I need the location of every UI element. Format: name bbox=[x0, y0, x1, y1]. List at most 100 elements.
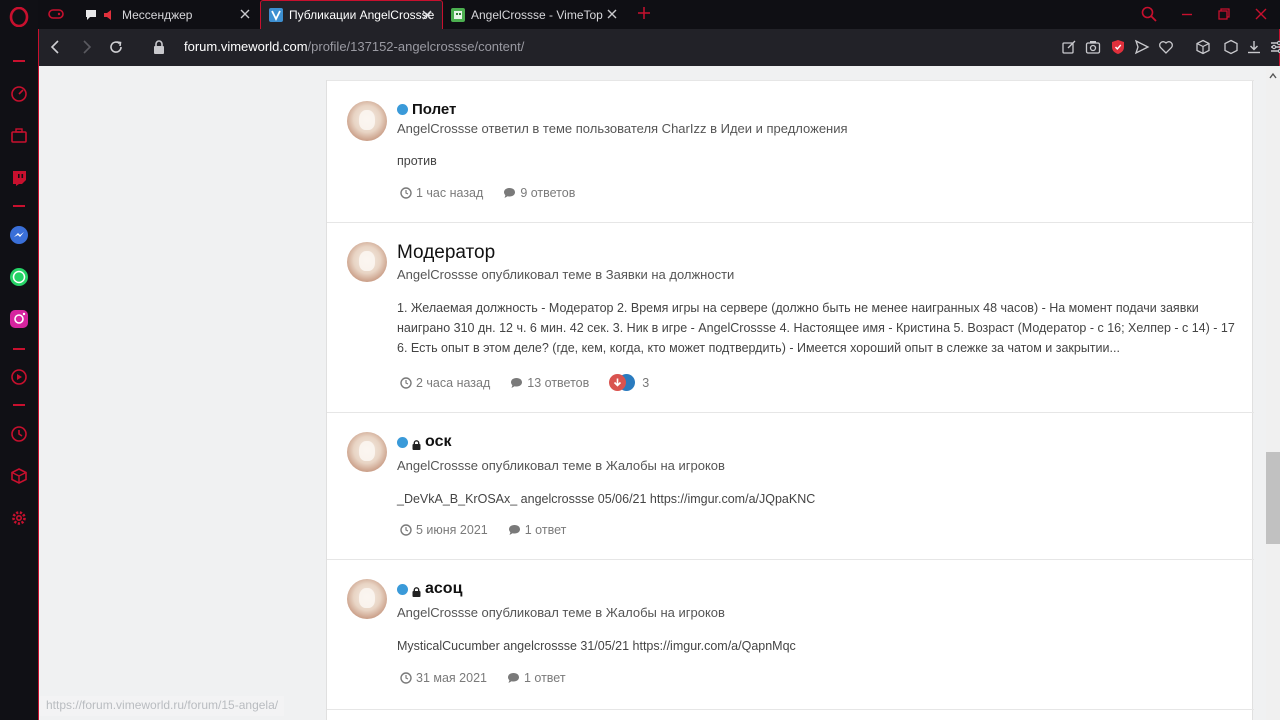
link-status-preview: https://forum.vimeworld.ru/forum/15-ange… bbox=[40, 696, 285, 716]
avatar[interactable] bbox=[347, 242, 387, 282]
forward-arrow-icon[interactable] bbox=[77, 38, 95, 56]
close-window-icon[interactable] bbox=[1252, 5, 1270, 23]
unread-indicator-icon bbox=[397, 104, 408, 115]
reload-icon[interactable] bbox=[107, 38, 125, 56]
easy-setup-menu-icon[interactable] bbox=[1269, 39, 1280, 55]
post-snippet[interactable]: _DeVkA_B_KrOSAx_ angelcrossse 05/06/21 h… bbox=[397, 489, 1237, 509]
scroll-up-arrow-icon[interactable] bbox=[1268, 68, 1278, 79]
tab-publications[interactable]: Публикации AngelCrossse bbox=[260, 0, 443, 29]
avatar[interactable] bbox=[347, 432, 387, 472]
sidebar-divider bbox=[13, 205, 25, 207]
post-time: 5 июня 2021 bbox=[400, 523, 488, 537]
adblock-shield-icon[interactable] bbox=[1110, 39, 1126, 55]
extensions-icon[interactable] bbox=[9, 466, 29, 486]
tab-messenger[interactable]: Мессенджер bbox=[76, 0, 260, 29]
avatar[interactable] bbox=[347, 579, 387, 619]
reaction-count: 3 bbox=[642, 375, 650, 390]
page-scrollbar[interactable] bbox=[1266, 66, 1280, 720]
sidebar-divider bbox=[13, 348, 25, 350]
lock-icon[interactable] bbox=[152, 39, 166, 55]
list-item: Полет AngelCrossse ответил в теме пользо… bbox=[327, 80, 1254, 222]
download-icon[interactable] bbox=[1246, 39, 1262, 55]
post-time-label: 2 часа назад bbox=[416, 375, 491, 390]
post-replies-label: 13 ответов bbox=[527, 375, 590, 390]
comment-icon bbox=[507, 673, 519, 683]
list-item: асоц AngelCrossse опубликовал теме в Жал… bbox=[327, 559, 1254, 709]
instagram-icon[interactable] bbox=[9, 309, 29, 329]
speaker-muted-icon[interactable] bbox=[102, 8, 116, 22]
package-icon[interactable] bbox=[1223, 39, 1239, 55]
vimetop-favicon bbox=[451, 7, 465, 22]
post-title[interactable]: асоц bbox=[425, 580, 462, 598]
post-replies[interactable]: 9 ответов bbox=[503, 186, 575, 200]
scrollbar-thumb[interactable] bbox=[1266, 452, 1280, 544]
post-time: 31 мая 2021 bbox=[400, 671, 487, 685]
player-icon[interactable] bbox=[9, 367, 29, 387]
twitch-icon[interactable] bbox=[9, 168, 29, 188]
whatsapp-icon[interactable] bbox=[9, 267, 29, 287]
comment-icon bbox=[511, 377, 523, 388]
address-bar: forum.vimeworld.com/profile/137152-angel… bbox=[38, 29, 1280, 66]
close-tab-icon[interactable] bbox=[420, 8, 434, 22]
tab-bar: Мессенджер Публикации AngelCrossse Angel… bbox=[38, 0, 1280, 29]
locked-topic-icon bbox=[412, 584, 421, 597]
messenger-icon[interactable] bbox=[9, 225, 29, 245]
game-controller-icon[interactable] bbox=[48, 7, 64, 21]
tab-label: Публикации AngelCrossse bbox=[289, 8, 435, 22]
page-viewport: Полет AngelCrossse ответил в теме пользо… bbox=[38, 66, 1266, 720]
tab-label: Мессенджер bbox=[122, 7, 193, 22]
speed-dial-icon[interactable] bbox=[9, 84, 29, 104]
post-title-row: Полет bbox=[397, 101, 456, 118]
post-time: 1 час назад bbox=[400, 186, 483, 200]
post-title[interactable]: оск bbox=[425, 433, 451, 451]
comment-icon bbox=[508, 525, 520, 535]
close-tab-icon[interactable] bbox=[238, 7, 252, 21]
url-field[interactable]: forum.vimeworld.com/profile/137152-angel… bbox=[184, 39, 524, 54]
settings-gear-icon[interactable] bbox=[9, 508, 29, 528]
clock-icon bbox=[400, 187, 412, 199]
post-title[interactable]: Полет bbox=[412, 101, 456, 118]
post-replies-label: 9 ответов bbox=[520, 186, 576, 200]
restore-window-icon[interactable] bbox=[1215, 5, 1233, 23]
post-replies[interactable]: 13 ответов bbox=[510, 376, 589, 390]
opera-logo-icon[interactable] bbox=[9, 7, 29, 27]
post-title-row: Модератор bbox=[397, 242, 495, 264]
history-icon[interactable] bbox=[9, 424, 29, 444]
url-path: /profile/137152-angelcrossse/content/ bbox=[307, 39, 525, 54]
clock-icon bbox=[400, 376, 412, 389]
vimeworld-favicon bbox=[269, 8, 283, 22]
post-replies[interactable]: 1 ответ bbox=[508, 523, 567, 537]
sidebar-divider bbox=[13, 404, 25, 406]
locked-topic-icon bbox=[412, 437, 421, 450]
back-arrow-icon[interactable] bbox=[47, 38, 65, 56]
share-edit-icon[interactable] bbox=[1061, 39, 1077, 55]
camera-snapshot-icon[interactable] bbox=[1085, 39, 1101, 55]
unread-indicator-icon bbox=[397, 583, 408, 595]
post-time-label: 5 июня 2021 bbox=[416, 523, 488, 537]
post-meta: AngelCrossse ответил в теме пользователя… bbox=[397, 121, 848, 136]
cube-extension-icon[interactable] bbox=[1195, 39, 1211, 55]
list-item: оск AngelCrossse опубликовал теме в Жало… bbox=[327, 412, 1254, 559]
content-list: Полет AngelCrossse ответил в теме пользо… bbox=[326, 80, 1254, 720]
post-meta: AngelCrossse опубликовал теме в Жалобы н… bbox=[397, 605, 725, 620]
tab-vimetop[interactable]: AngelCrossse - VimeTop bbox=[443, 0, 627, 29]
workspaces-icon[interactable] bbox=[9, 126, 29, 146]
post-stats: 2 часа назад 13 ответов 3 bbox=[400, 374, 649, 391]
avatar[interactable] bbox=[347, 101, 387, 141]
post-title[interactable]: Модератор bbox=[397, 242, 495, 264]
chat-bubble-icon bbox=[84, 8, 98, 22]
post-replies[interactable]: 1 ответ bbox=[507, 671, 566, 685]
new-tab-plus-icon[interactable] bbox=[637, 6, 651, 20]
post-replies-label: 1 ответ bbox=[523, 671, 566, 685]
tab-search-icon[interactable] bbox=[1140, 5, 1158, 23]
heart-icon[interactable] bbox=[1158, 39, 1174, 55]
reactions[interactable]: 3 bbox=[609, 374, 649, 391]
send-icon[interactable] bbox=[1134, 39, 1150, 55]
minimize-icon[interactable] bbox=[1178, 5, 1196, 23]
close-tab-icon[interactable] bbox=[605, 7, 619, 21]
post-replies-label: 1 ответ bbox=[524, 523, 567, 537]
post-snippet[interactable]: 1. Желаемая должность - Модератор 2. Вре… bbox=[397, 298, 1237, 358]
post-snippet[interactable]: MysticalCucumber angelcrossse 31/05/21 h… bbox=[397, 636, 1237, 656]
post-snippet[interactable]: против bbox=[397, 151, 1237, 171]
list-item: Модератор AngelCrossse опубликовал теме … bbox=[327, 222, 1254, 412]
